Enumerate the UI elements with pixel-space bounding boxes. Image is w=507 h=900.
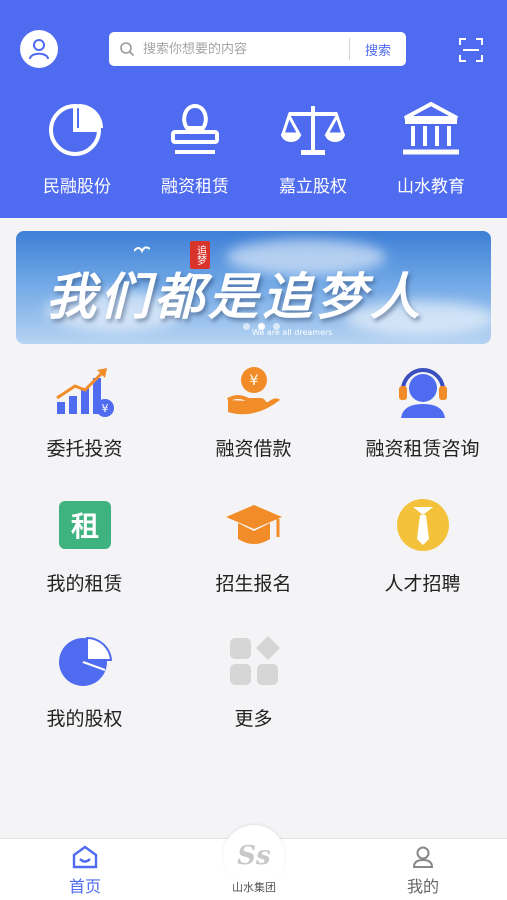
equity-pie-icon xyxy=(58,636,112,686)
profile-icon xyxy=(412,846,434,868)
grid-item-enrollment[interactable]: 招生报名 xyxy=(169,499,338,634)
tie-icon xyxy=(396,499,449,551)
grid-item-label: 融资租赁咨询 xyxy=(365,438,480,460)
tab-mine-label: 我的 xyxy=(406,877,439,896)
tab-mine[interactable]: 我的 xyxy=(378,845,468,897)
lease-badge-icon: 租 xyxy=(58,501,111,549)
top-nav-label: 山水教育 xyxy=(397,177,465,197)
grid-row: ¥ 委托投资 ¥ 融资借款 融资租赁咨询 xyxy=(0,364,507,499)
banner-title: 我们都是追梦人 xyxy=(46,267,424,326)
search-bar: 搜索 xyxy=(109,32,406,66)
search-input[interactable] xyxy=(143,41,349,57)
grid-item-recruitment[interactable]: 人才招聘 xyxy=(338,499,507,634)
service-grid: ¥ 委托投资 ¥ 融资借款 融资租赁咨询 租 我的租赁 招生报名 人才招聘 我的… xyxy=(0,364,507,769)
grid-item-label: 我的租赁 xyxy=(46,573,123,595)
banner-seal: 追梦 xyxy=(190,241,210,269)
user-icon xyxy=(29,39,49,60)
top-nav-item-education[interactable]: 山水教育 xyxy=(372,98,490,197)
grid-item-label: 招生报名 xyxy=(215,573,292,595)
tab-group-label: 山水集团 xyxy=(232,881,276,894)
grid-row: 我的股权 更多 xyxy=(0,634,507,769)
scan-button[interactable] xyxy=(458,37,484,63)
pie-chart-icon xyxy=(49,104,103,156)
grid-item-entrusted-investment[interactable]: ¥ 委托投资 xyxy=(0,364,169,499)
top-nav-label: 民融股份 xyxy=(43,177,111,197)
grid-row: 租 我的租赁 招生报名 人才招聘 xyxy=(0,499,507,634)
grid-item-my-lease[interactable]: 租 我的租赁 xyxy=(0,499,169,634)
home-icon xyxy=(72,845,98,869)
top-nav: 民融股份 融资租赁 嘉立股权 山水教育 xyxy=(0,98,507,197)
tab-home-label: 首页 xyxy=(68,877,101,896)
top-nav-label: 嘉立股权 xyxy=(279,177,347,197)
banner-subtitle: We are all dreamers xyxy=(252,328,333,337)
avatar-button[interactable] xyxy=(20,30,58,68)
scales-icon xyxy=(281,106,345,155)
bird-icon xyxy=(134,246,150,254)
tab-home[interactable]: 首页 xyxy=(40,845,130,897)
more-grid-icon xyxy=(229,636,280,685)
customer-service-icon xyxy=(398,368,447,418)
grid-item-label: 更多 xyxy=(234,708,273,730)
grid-item-label: 融资借款 xyxy=(215,438,292,460)
grid-item-label: 委托投资 xyxy=(46,438,123,460)
grid-item-label: 人才招聘 xyxy=(384,573,461,595)
promo-banner[interactable]: 我们都是追梦人 追梦 We are all dreamers xyxy=(16,231,491,344)
graduation-cap-icon xyxy=(225,505,282,544)
search-button[interactable]: 搜索 xyxy=(350,40,406,59)
institution-icon xyxy=(403,101,459,155)
top-nav-label: 融资租赁 xyxy=(161,177,229,197)
top-nav-item-leasing[interactable]: 融资租赁 xyxy=(136,98,254,197)
grid-item-my-equity[interactable]: 我的股权 xyxy=(0,634,169,769)
top-nav-item-minrong[interactable]: 民融股份 xyxy=(18,98,136,197)
grid-item-label: 我的股权 xyxy=(46,708,123,730)
header: 搜索 民融股份 融资租赁 xyxy=(0,0,507,218)
search-icon xyxy=(119,40,137,58)
scan-icon xyxy=(459,38,483,62)
loan-coin-hand-icon: ¥ xyxy=(226,367,280,415)
investment-growth-icon: ¥ xyxy=(55,368,114,417)
bottom-tab-bar: 首页 Ss 山水集团 我的 xyxy=(0,825,507,900)
grid-item-more[interactable]: 更多 xyxy=(169,634,338,769)
carousel-dot[interactable] xyxy=(243,323,250,330)
svg-text:¥: ¥ xyxy=(101,402,108,415)
svg-text:¥: ¥ xyxy=(249,373,258,389)
top-nav-item-equity[interactable]: 嘉立股权 xyxy=(254,98,372,197)
grid-item-leasing-consult[interactable]: 融资租赁咨询 xyxy=(338,364,507,499)
grid-item-financing-loan[interactable]: ¥ 融资借款 xyxy=(169,364,338,499)
tab-group[interactable]: Ss 山水集团 xyxy=(220,825,288,895)
stamp-icon xyxy=(171,103,219,154)
group-logo-icon: Ss xyxy=(223,825,285,887)
lease-badge-char: 租 xyxy=(70,510,98,543)
